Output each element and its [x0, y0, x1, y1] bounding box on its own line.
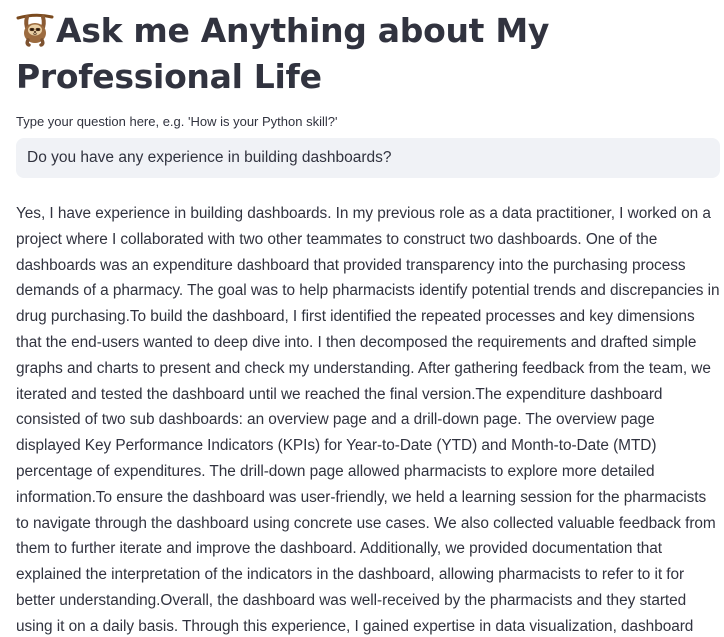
- answer-text: Yes, I have experience in building dashb…: [16, 205, 720, 635]
- page-title: Ask me Anything about My Professional Li…: [16, 8, 720, 100]
- question-input[interactable]: [16, 138, 720, 178]
- page-title-text: Ask me Anything about My Professional Li…: [16, 11, 550, 96]
- sloth-icon: [16, 9, 54, 47]
- main-content: Ask me Anything about My Professional Li…: [16, 8, 720, 635]
- question-label: Type your question here, e.g. 'How is yo…: [16, 114, 338, 129]
